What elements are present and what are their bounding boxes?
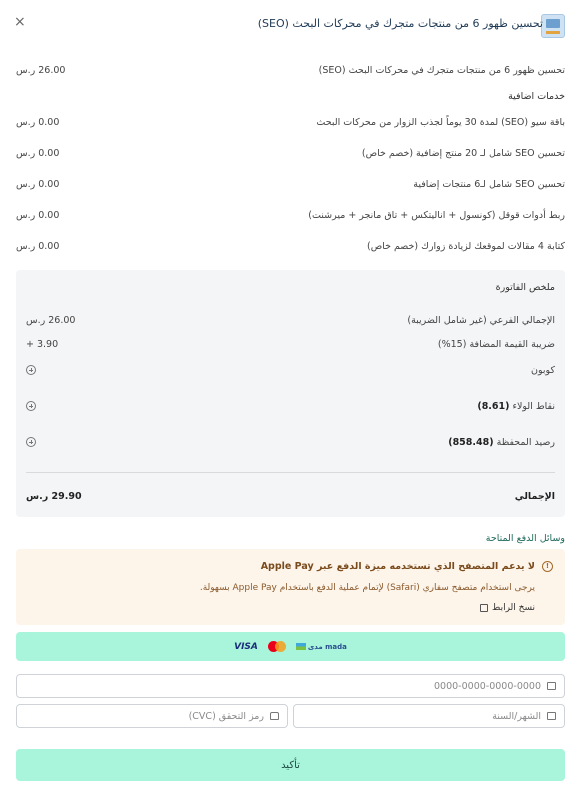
line-item-label: تحسين ظهور 6 من منتجات متجرك في محركات ا… xyxy=(318,64,565,76)
addons-title: خدمات اضافية xyxy=(508,91,565,102)
visa-logo: VISA xyxy=(234,641,258,652)
copy-link-button[interactable]: نسخ الرابط xyxy=(480,603,535,613)
add-wallet-icon[interactable] xyxy=(26,437,36,447)
addon-label: باقة سيو (SEO) لمدة 30 يوماً لجذب الزوار… xyxy=(316,116,565,128)
credit-card-icon xyxy=(547,682,556,690)
summary-divider xyxy=(26,472,555,473)
wallet-row[interactable]: رصيد المحفظة (858.48) xyxy=(26,434,555,450)
addon-price: 0.00 ر.س xyxy=(16,116,60,128)
card-number-input[interactable] xyxy=(17,680,541,692)
cvc-input[interactable] xyxy=(17,710,264,722)
wallet-label-text: رصيد المحفظة xyxy=(496,436,555,448)
addon-price: 0.00 ر.س xyxy=(16,240,60,252)
copy-link-label: نسخ الرابط xyxy=(492,603,535,613)
payment-methods-link[interactable]: وسائل الدفع المتاحة xyxy=(486,533,565,544)
warning-text: يرجى استخدام متصفح سفاري (Safari) لإتمام… xyxy=(199,583,535,593)
mada-logo-mark xyxy=(295,643,306,650)
expiry-field[interactable] xyxy=(293,704,565,728)
coupon-label: كوبون xyxy=(531,364,555,376)
expiry-input[interactable] xyxy=(294,710,541,722)
card-number-field[interactable] xyxy=(16,674,565,698)
invoice-summary: ملخص الفاتورة الإجمالي الفرعي (غير شامل … xyxy=(16,270,565,517)
warning-icon: ! xyxy=(542,561,553,572)
loyalty-row[interactable]: نقاط الولاء (8.61) xyxy=(26,398,555,414)
addon-label: تحسين SEO شامل لـ 20 منتج إضافية (خصم خا… xyxy=(361,147,565,159)
card-brands-bar: VISA مدى mada xyxy=(16,632,565,661)
lock-icon xyxy=(270,712,279,720)
line-item: تحسين ظهور 6 من منتجات متجرك في محركات ا… xyxy=(16,62,565,78)
add-coupon-icon[interactable] xyxy=(26,365,36,375)
addon-label: تحسين SEO شامل لـ6 منتجات إضافية xyxy=(413,178,565,190)
mada-logo: مدى mada xyxy=(295,642,347,651)
addon-item: باقة سيو (SEO) لمدة 30 يوماً لجذب الزوار… xyxy=(16,114,565,130)
line-item-price: 26.00 ر.س xyxy=(16,64,66,76)
addon-price: 0.00 ر.س xyxy=(16,147,60,159)
wallet-value: (858.48) xyxy=(448,436,494,448)
loyalty-label: نقاط الولاء (8.61) xyxy=(477,401,555,412)
subtotal-label: الإجمالي الفرعي (غير شامل الضريبة) xyxy=(407,314,555,326)
addon-item: تحسين SEO شامل لـ6 منتجات إضافية 0.00 ر.… xyxy=(16,176,565,192)
addon-label: ربط أدوات قوقل (كونسول + اناليتكس + تاق … xyxy=(308,209,565,221)
addon-price: 0.00 ر.س xyxy=(16,209,60,221)
loyalty-label-text: نقاط الولاء xyxy=(512,400,555,412)
product-logo xyxy=(541,14,565,38)
add-loyalty-icon[interactable] xyxy=(26,401,36,411)
subtotal-value: 26.00 ر.س xyxy=(26,314,76,326)
addon-item: تحسين SEO شامل لـ 20 منتج إضافية (خصم خا… xyxy=(16,145,565,161)
total-row: الإجمالي 29.90 ر.س xyxy=(26,488,555,504)
page-title: تحسين ظهور 6 من منتجات متجرك في محركات ا… xyxy=(257,17,543,30)
addon-price: 0.00 ر.س xyxy=(16,178,60,190)
vat-row: ضريبة القيمة المضافة (15%) + 3.90 xyxy=(26,336,555,352)
wallet-label: رصيد المحفظة (858.48) xyxy=(448,437,555,448)
coupon-row[interactable]: كوبون xyxy=(26,362,555,378)
vat-value: + 3.90 xyxy=(26,338,59,350)
loyalty-value: (8.61) xyxy=(477,400,510,412)
addon-item: ربط أدوات قوقل (كونسول + اناليتكس + تاق … xyxy=(16,207,565,223)
total-value: 29.90 ر.س xyxy=(26,490,82,502)
close-icon[interactable]: × xyxy=(14,14,26,30)
vat-label: ضريبة القيمة المضافة (15%) xyxy=(437,338,555,350)
apple-pay-warning: ! لا يدعم المتصفح الذي تستخدمه ميزة الدف… xyxy=(16,549,565,625)
cvc-field[interactable] xyxy=(16,704,288,728)
addon-item: كتابة 4 مقالات لموقعك لزيادة زوارك (خصم … xyxy=(16,238,565,254)
addon-label: كتابة 4 مقالات لموقعك لزيادة زوارك (خصم … xyxy=(366,240,565,252)
subtotal-row: الإجمالي الفرعي (غير شامل الضريبة) 26.00… xyxy=(26,312,555,328)
calendar-icon xyxy=(547,712,556,720)
total-label: الإجمالي xyxy=(514,490,555,502)
warning-title: لا يدعم المتصفح الذي تستخدمه ميزة الدفع … xyxy=(260,561,535,572)
copy-icon xyxy=(480,604,489,612)
summary-title: ملخص الفاتورة xyxy=(495,282,555,293)
mastercard-logo xyxy=(267,641,286,652)
confirm-button[interactable]: تأكيد xyxy=(16,749,565,781)
mada-logo-text: مدى mada xyxy=(307,642,347,651)
